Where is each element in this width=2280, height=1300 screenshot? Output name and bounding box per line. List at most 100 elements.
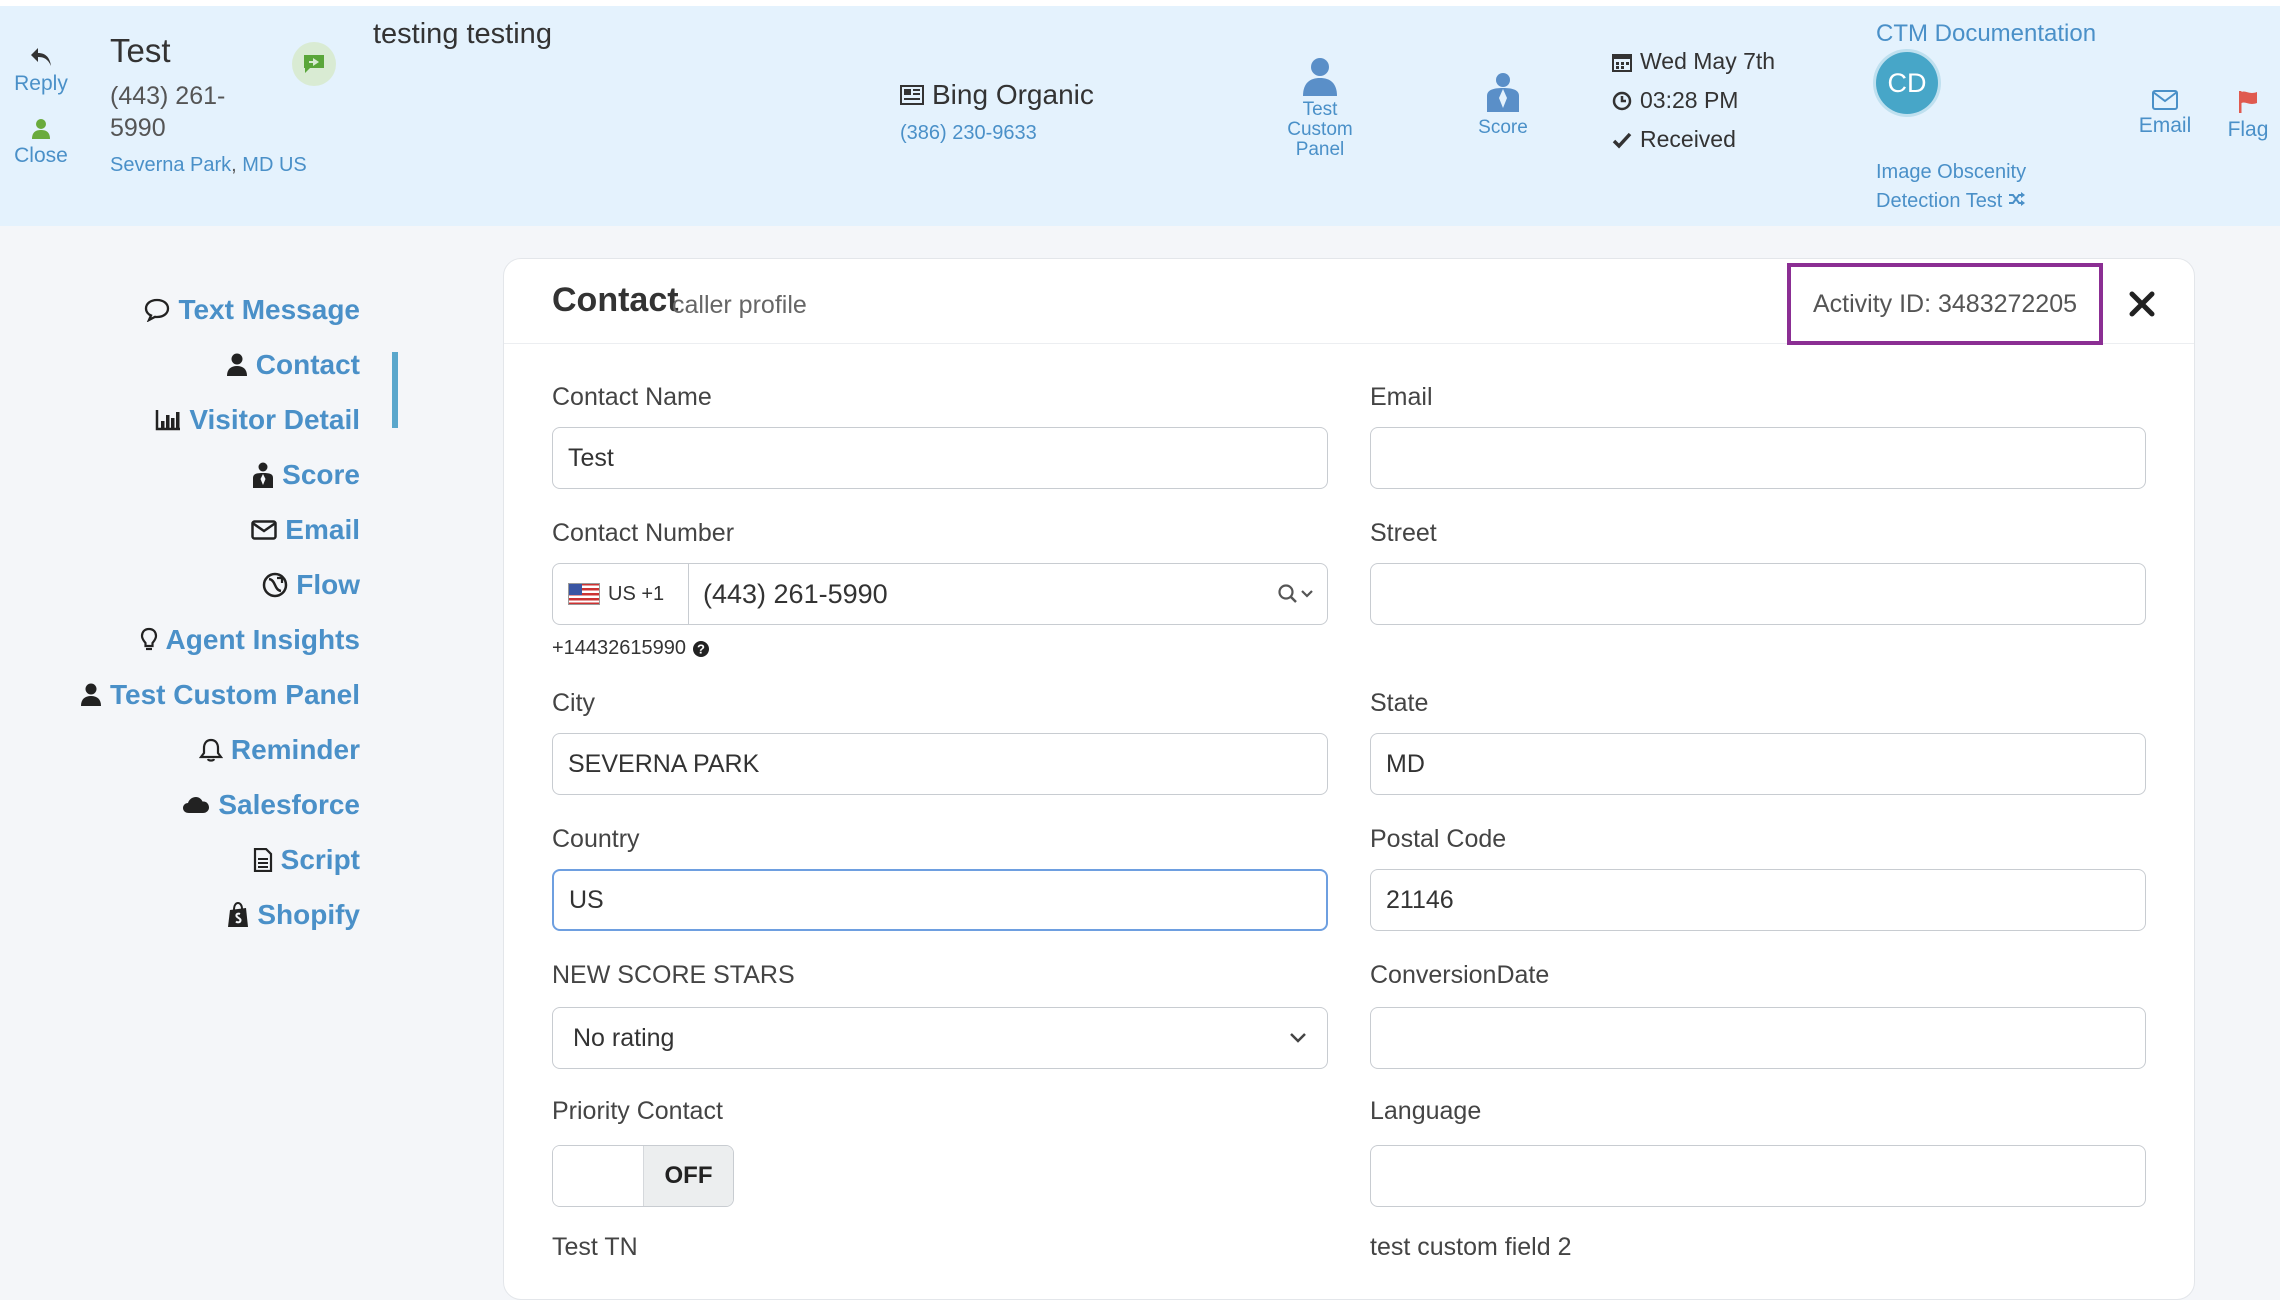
toggle-state: OFF bbox=[644, 1146, 733, 1206]
image-obscenity-link[interactable]: Image Obscenity Detection Test bbox=[1876, 158, 2076, 216]
us-flag-icon bbox=[568, 583, 600, 605]
clock-icon bbox=[1612, 91, 1632, 110]
call-time-text: 03:28 PM bbox=[1640, 87, 1739, 113]
street-label: Street bbox=[1370, 519, 1437, 547]
score-stars-value: No rating bbox=[573, 1023, 675, 1052]
contact-name-label: Contact Name bbox=[552, 383, 712, 411]
user-icon bbox=[81, 683, 102, 706]
nav-item-score[interactable]: Score bbox=[252, 455, 360, 495]
image-obscenity-label: Image Obscenity Detection Test bbox=[1876, 161, 2027, 212]
email-button[interactable]: Email bbox=[2130, 90, 2200, 138]
nav-label: Visitor Detail bbox=[189, 404, 360, 435]
e164-text: +14432615990 bbox=[552, 637, 687, 659]
calendar-icon bbox=[1612, 53, 1632, 72]
nav-item-agent-insights[interactable]: Agent Insights bbox=[140, 620, 360, 660]
score-stars-label: NEW SCORE STARS bbox=[552, 961, 795, 989]
number-lookup-button[interactable] bbox=[1267, 564, 1327, 624]
comment-icon bbox=[145, 298, 170, 322]
person-icon bbox=[32, 119, 50, 139]
conversion-date-input[interactable] bbox=[1370, 1007, 2146, 1069]
card-subtitle: caller profile bbox=[672, 291, 807, 319]
nav-item-contact[interactable]: Contact bbox=[226, 345, 360, 385]
nav-label: Test Custom Panel bbox=[110, 679, 360, 710]
call-notes[interactable]: testing testing bbox=[373, 18, 552, 51]
nav-item-text-message[interactable]: Text Message bbox=[144, 290, 360, 330]
nav-label: Contact bbox=[255, 349, 360, 380]
postal-code-label: Postal Code bbox=[1370, 825, 1507, 853]
contact-card: Contact caller profile Activity ID: 3483… bbox=[503, 258, 2195, 1300]
nav-item-reminder[interactable]: Reminder bbox=[198, 730, 360, 770]
nav-item-salesforce[interactable]: Salesforce bbox=[182, 785, 360, 825]
country-input[interactable]: US bbox=[552, 869, 1328, 931]
avatar[interactable]: CD bbox=[1876, 52, 1938, 114]
country-label: Country bbox=[552, 825, 640, 853]
reply-label: Reply bbox=[14, 72, 68, 95]
contact-number-input[interactable]: (443) 261-5990 bbox=[689, 564, 1267, 624]
caller-city[interactable]: Severna Park bbox=[110, 154, 231, 176]
nav-item-shopify[interactable]: Shopify bbox=[227, 895, 360, 935]
shuffle-icon bbox=[2008, 192, 2025, 206]
language-input[interactable] bbox=[1370, 1145, 2146, 1207]
svg-text:?: ? bbox=[697, 641, 705, 656]
nav-item-flow[interactable]: Flow bbox=[262, 565, 360, 605]
envelope-icon bbox=[251, 520, 278, 540]
city-input[interactable]: SEVERNA PARK bbox=[552, 733, 1328, 795]
nav-label: Script bbox=[280, 844, 360, 875]
score-icon bbox=[253, 462, 274, 488]
nav-label: Agent Insights bbox=[165, 624, 360, 655]
test-custom-panel-button[interactable]: Test Custom Panel bbox=[1272, 56, 1368, 160]
envelope-icon bbox=[2152, 90, 2178, 110]
close-button[interactable]: Close bbox=[6, 118, 76, 168]
priority-contact-label: Priority Contact bbox=[552, 1097, 723, 1125]
street-input[interactable] bbox=[1370, 563, 2146, 625]
document-icon bbox=[253, 848, 272, 872]
score-button[interactable]: Score bbox=[1468, 72, 1538, 138]
test-tn-label: Test TN bbox=[552, 1233, 638, 1261]
nav-active-indicator bbox=[392, 352, 398, 428]
country-code-select[interactable]: US +1 bbox=[553, 564, 689, 624]
score-stars-select[interactable]: No rating bbox=[552, 1007, 1328, 1069]
help-icon[interactable]: ? bbox=[692, 640, 710, 658]
nav-item-test-custom-panel[interactable]: Test Custom Panel bbox=[80, 675, 360, 715]
contact-name-input[interactable]: Test bbox=[552, 427, 1328, 489]
bar-chart-icon bbox=[156, 410, 181, 431]
conversion-date-label: ConversionDate bbox=[1370, 961, 1550, 989]
email-field[interactable] bbox=[1370, 427, 2146, 489]
caller-number: (443) 261-5990 bbox=[110, 82, 226, 142]
flag-button[interactable]: Flag bbox=[2216, 90, 2280, 142]
source-name: Bing Organic bbox=[900, 79, 1094, 111]
score-label: Score bbox=[1478, 117, 1528, 138]
sms-bubble-button[interactable] bbox=[292, 42, 336, 86]
contact-number-label: Contact Number bbox=[552, 519, 735, 547]
city-label: City bbox=[552, 689, 596, 717]
nav-item-visitor-detail[interactable]: Visitor Detail bbox=[155, 400, 360, 440]
user-icon bbox=[226, 353, 247, 376]
reply-button[interactable]: Reply bbox=[6, 46, 76, 96]
state-input[interactable]: MD bbox=[1370, 733, 2146, 795]
email-field-label: Email bbox=[1370, 383, 1433, 411]
language-label: Language bbox=[1370, 1097, 1482, 1125]
e164-number: +14432615990 ? bbox=[552, 637, 710, 660]
nav-item-email[interactable]: Email bbox=[251, 510, 360, 550]
caller-location: Severna Park, MD US bbox=[110, 154, 307, 177]
caller-region[interactable]: MD US bbox=[242, 154, 306, 176]
shopping-bag-icon bbox=[228, 902, 249, 927]
call-date: Wed May 7th bbox=[1612, 48, 1775, 75]
nav-label: Text Message bbox=[178, 294, 360, 325]
email-label: Email bbox=[2138, 114, 2192, 137]
activity-id: Activity ID: 3483272205 bbox=[1787, 263, 2103, 345]
ctm-documentation-link[interactable]: CTM Documentation bbox=[1876, 20, 2096, 48]
nav-item-script[interactable]: Script bbox=[253, 840, 360, 880]
user-icon bbox=[1303, 58, 1337, 96]
close-label: Close bbox=[14, 144, 68, 167]
message-icon bbox=[304, 55, 324, 73]
close-icon[interactable] bbox=[2127, 289, 2157, 319]
call-time: 03:28 PM bbox=[1612, 87, 1738, 114]
state-label: State bbox=[1370, 689, 1429, 717]
tracking-number[interactable]: (386) 230-9633 bbox=[900, 122, 1037, 145]
call-header: Reply Close Test (443) 261-5990 Severna … bbox=[0, 6, 2280, 226]
score-icon bbox=[1487, 73, 1519, 112]
postal-code-input[interactable]: 21146 bbox=[1370, 869, 2146, 931]
card-title: Contact bbox=[552, 281, 679, 319]
priority-contact-toggle[interactable]: OFF bbox=[552, 1145, 734, 1207]
